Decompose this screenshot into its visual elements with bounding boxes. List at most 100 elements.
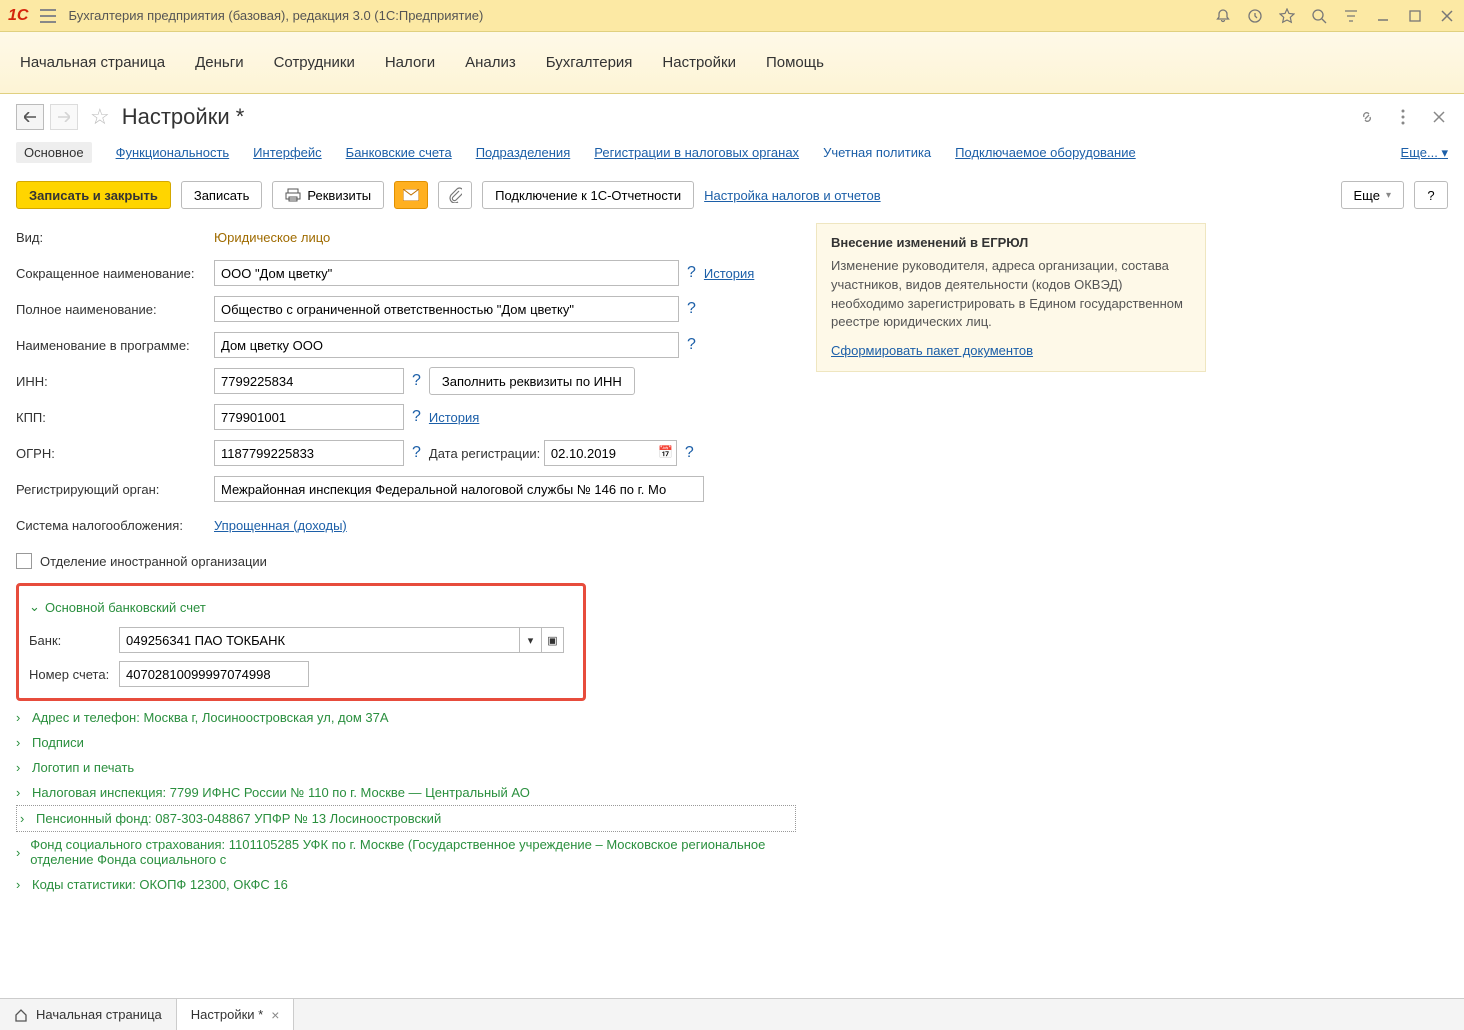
- menu-home[interactable]: Начальная страница: [20, 54, 165, 71]
- full-name-label: Полное наименование:: [16, 302, 214, 317]
- bank-label: Банк:: [29, 633, 119, 648]
- star-icon[interactable]: [1278, 7, 1296, 25]
- kpp-input[interactable]: [214, 404, 404, 430]
- help-icon[interactable]: ?: [412, 444, 421, 462]
- reg-date-input[interactable]: [544, 440, 677, 466]
- menu-accounting[interactable]: Бухгалтерия: [546, 54, 633, 71]
- subnav-subdivisions[interactable]: Подразделения: [476, 145, 571, 160]
- subnav-tax-reg[interactable]: Регистрации в налоговых органах: [594, 145, 799, 160]
- prog-name-input[interactable]: [214, 332, 679, 358]
- toolbar: Записать и закрыть Записать Реквизиты По…: [16, 181, 1448, 209]
- section-pension[interactable]: ›Пенсионный фонд: 087-303-048867 УПФР № …: [16, 805, 796, 832]
- ogrn-input[interactable]: [214, 440, 404, 466]
- help-icon[interactable]: ?: [412, 408, 421, 426]
- help-icon[interactable]: ?: [685, 444, 694, 462]
- reg-org-input[interactable]: [214, 476, 704, 502]
- subnav-functionality[interactable]: Функциональность: [116, 145, 230, 160]
- calendar-icon[interactable]: 📅: [658, 445, 673, 459]
- maximize-icon[interactable]: [1406, 7, 1424, 25]
- help-button[interactable]: ?: [1414, 181, 1448, 209]
- menu-settings[interactable]: Настройки: [662, 54, 736, 71]
- attach-button[interactable]: [438, 181, 472, 209]
- account-label: Номер счета:: [29, 667, 119, 682]
- help-icon[interactable]: ?: [687, 300, 696, 318]
- inn-input[interactable]: [214, 368, 404, 394]
- chevron-right-icon: ›: [16, 735, 26, 750]
- history-link[interactable]: История: [704, 266, 754, 281]
- egrul-infobox: Внесение изменений в ЕГРЮЛ Изменение рук…: [816, 223, 1206, 372]
- tab-close-icon[interactable]: ×: [271, 1007, 279, 1023]
- rekvizity-button[interactable]: Реквизиты: [272, 181, 384, 209]
- info-sidebar: Внесение изменений в ЕГРЮЛ Изменение рук…: [816, 223, 1206, 897]
- subnav-accounting-policy[interactable]: Учетная политика: [823, 145, 931, 160]
- section-logo[interactable]: ›Логотип и печать: [16, 755, 796, 780]
- minimize-icon[interactable]: [1374, 7, 1392, 25]
- help-icon[interactable]: ?: [412, 372, 421, 390]
- history-icon[interactable]: [1246, 7, 1264, 25]
- section-social[interactable]: ›Фонд социального страхования: 110110528…: [16, 832, 796, 872]
- kpp-label: КПП:: [16, 410, 214, 425]
- connect-1c-button[interactable]: Подключение к 1С-Отчетности: [482, 181, 694, 209]
- subnav-interface[interactable]: Интерфейс: [253, 145, 321, 160]
- section-statistics[interactable]: ›Коды статистики: ОКОПФ 12300, ОКФС 16: [16, 872, 796, 897]
- inn-label: ИНН:: [16, 374, 214, 389]
- hamburger-icon[interactable]: [36, 4, 60, 28]
- account-input[interactable]: [119, 661, 309, 687]
- tax-sys-link[interactable]: Упрощенная (доходы): [214, 518, 347, 533]
- more-button[interactable]: Еще ▾: [1341, 181, 1404, 209]
- save-close-button[interactable]: Записать и закрыть: [16, 181, 171, 209]
- chevron-down-icon: ▾: [1441, 145, 1448, 160]
- infobox-link[interactable]: Сформировать пакет документов: [831, 343, 1033, 358]
- menu-money[interactable]: Деньги: [195, 54, 243, 71]
- subnav-bank-accounts[interactable]: Банковские счета: [346, 145, 452, 160]
- foreign-checkbox[interactable]: [16, 553, 32, 569]
- infobox-title: Внесение изменений в ЕГРЮЛ: [831, 234, 1191, 253]
- tab-settings[interactable]: Настройки * ×: [177, 999, 295, 1030]
- short-name-input[interactable]: [214, 260, 679, 286]
- save-button[interactable]: Записать: [181, 181, 263, 209]
- favorite-star-icon[interactable]: ☆: [90, 104, 110, 130]
- full-name-input[interactable]: [214, 296, 679, 322]
- vid-label: Вид:: [16, 230, 214, 245]
- chevron-right-icon: ›: [16, 710, 26, 725]
- nav-back-button[interactable]: [16, 104, 44, 130]
- chevron-down-icon: ▾: [1386, 190, 1391, 201]
- bank-input[interactable]: [119, 627, 520, 653]
- mail-button[interactable]: [394, 181, 428, 209]
- fill-by-inn-button[interactable]: Заполнить реквизиты по ИНН: [429, 367, 635, 395]
- history-link[interactable]: История: [429, 410, 479, 425]
- tab-home[interactable]: Начальная страница: [0, 999, 177, 1030]
- link-icon[interactable]: [1358, 108, 1376, 126]
- tax-setup-link[interactable]: Настройка налогов и отчетов: [704, 188, 880, 203]
- logo-1c: 1C: [8, 7, 28, 25]
- chevron-right-icon: ›: [16, 845, 24, 860]
- open-button[interactable]: ▣: [542, 627, 564, 653]
- chevron-right-icon: ›: [16, 785, 26, 800]
- help-icon[interactable]: ?: [687, 264, 696, 282]
- chevron-right-icon: ›: [16, 877, 26, 892]
- section-tax-inspection[interactable]: ›Налоговая инспекция: 7799 ИФНС России №…: [16, 780, 796, 805]
- content-area: ☆ Настройки * Основное Функциональность …: [0, 94, 1464, 998]
- search-icon[interactable]: [1310, 7, 1328, 25]
- bank-section-header[interactable]: ⌄ Основной банковский счет: [29, 594, 573, 620]
- menu-analysis[interactable]: Анализ: [465, 54, 516, 71]
- section-address[interactable]: ›Адрес и телефон: Москва г, Лосиноостров…: [16, 705, 796, 730]
- help-icon[interactable]: ?: [687, 336, 696, 354]
- short-name-label: Сокращенное наименование:: [16, 266, 214, 281]
- menu-taxes[interactable]: Налоги: [385, 54, 435, 71]
- bell-icon[interactable]: [1214, 7, 1232, 25]
- close-icon[interactable]: [1438, 7, 1456, 25]
- menu-help[interactable]: Помощь: [766, 54, 824, 71]
- section-signatures[interactable]: ›Подписи: [16, 730, 796, 755]
- menu-employees[interactable]: Сотрудники: [274, 54, 355, 71]
- sub-nav: Основное Функциональность Интерфейс Банк…: [16, 142, 1448, 163]
- bank-section-highlighted: ⌄ Основной банковский счет Банк: ▾ ▣ Ном…: [16, 583, 586, 701]
- filter-icon[interactable]: [1342, 7, 1360, 25]
- nav-forward-button[interactable]: [50, 104, 78, 130]
- close-page-icon[interactable]: [1430, 108, 1448, 126]
- subnav-main[interactable]: Основное: [16, 142, 92, 163]
- more-vert-icon[interactable]: [1394, 108, 1412, 126]
- subnav-more[interactable]: Еще... ▾: [1401, 145, 1448, 161]
- subnav-equipment[interactable]: Подключаемое оборудование: [955, 145, 1136, 160]
- dropdown-button[interactable]: ▾: [520, 627, 542, 653]
